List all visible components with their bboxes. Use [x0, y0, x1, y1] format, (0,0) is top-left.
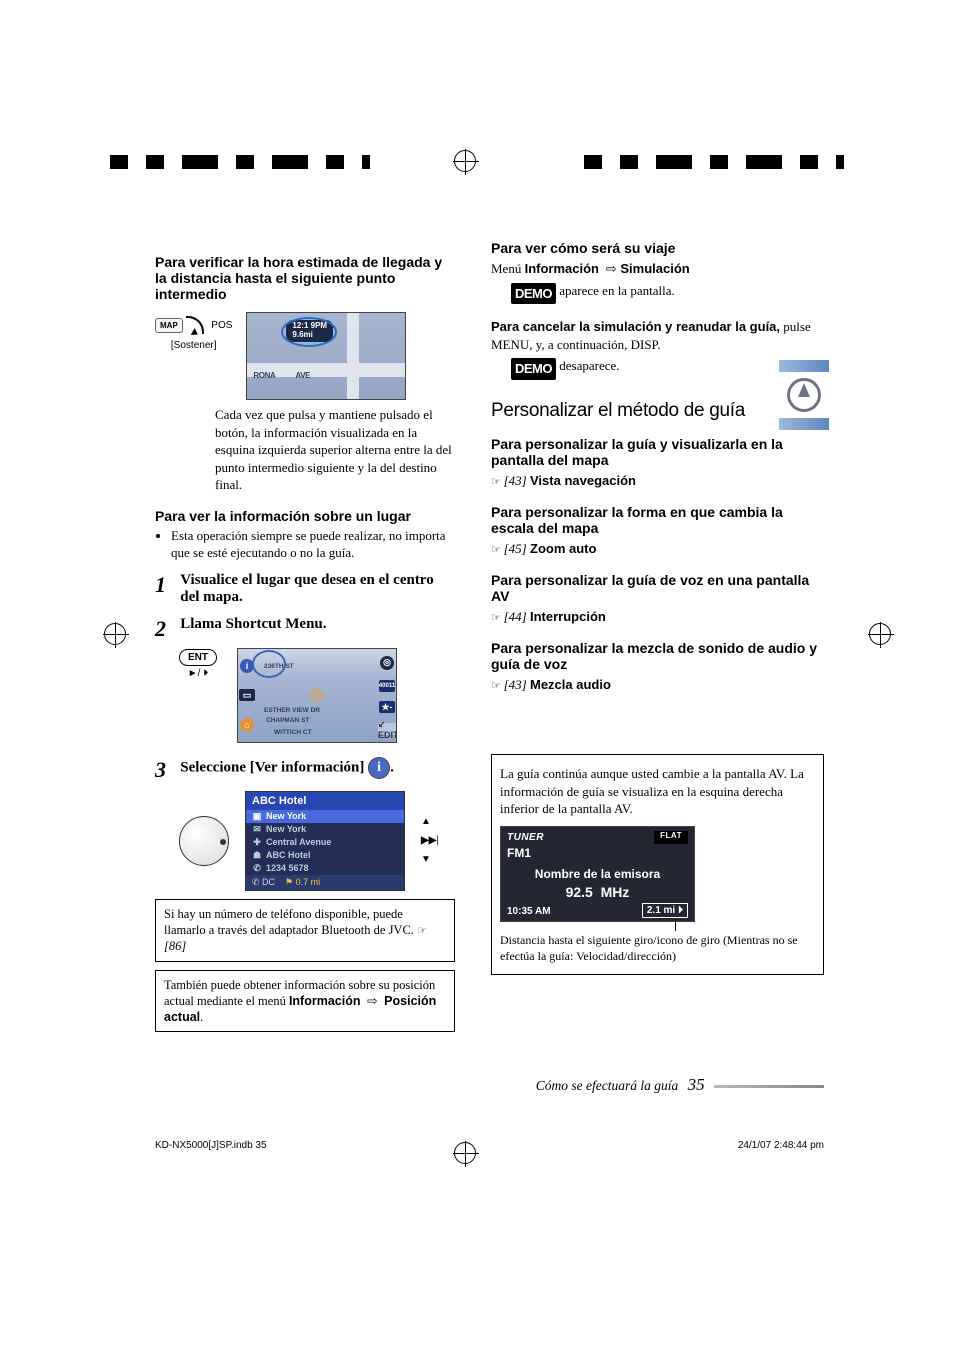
- av-guidance-note: La guía continúa aunque usted cambie a l…: [500, 765, 815, 818]
- tuner-clock: 10:35 AM: [507, 905, 551, 918]
- tuner-label: TUNER: [507, 831, 544, 844]
- tuner-frequency: 92.5 MHz: [507, 883, 688, 901]
- map-street-label: 236TH ST: [264, 663, 294, 670]
- distance-caption: Distancia hasta el siguiente giro/icono …: [500, 932, 815, 964]
- rotary-knob-icon[interactable]: [179, 816, 229, 866]
- scroll-up-icon[interactable]: ▲: [421, 816, 439, 827]
- place-info-notes: Esta operación siempre se puede realizar…: [155, 528, 455, 562]
- shortcut-menu-screenshot: i ▭ ⌂ ◎ 40011 ★- ↙ EDIT 236TH ST ESTHER …: [237, 648, 397, 743]
- map-button-hold: MAP POS [Sostener]: [155, 312, 232, 351]
- map-street-label: WITTICH CT: [274, 729, 312, 736]
- demo-icon: DEMO: [511, 358, 556, 380]
- callout-position: También puede obtener información sobre …: [155, 970, 455, 1033]
- place-info-note: Esta operación siempre se puede realizar…: [171, 528, 455, 562]
- list-item: ▣New York: [246, 810, 404, 823]
- ref-vista-nav: ☞ [43] Vista navegación: [491, 472, 824, 490]
- tuner-screenshot: TUNER FLAT FM1 Nombre de la emisora 92.5…: [500, 826, 695, 922]
- menu-path: Menú Información ⇨ Simulación: [491, 260, 824, 278]
- demo-appears: DEMO aparece en la pantalla.: [511, 282, 824, 305]
- source-file-label: KD-NX5000[J]SP.indb 35: [155, 1140, 267, 1151]
- badge-icon: 40011: [379, 680, 395, 692]
- map-street-label: RONA: [253, 371, 275, 380]
- info-list-screenshot: ABC Hotel ▣New York ✉New York ✚Central A…: [245, 791, 405, 891]
- edit-chip: ↙ EDIT: [378, 723, 397, 735]
- heading-custom-map: Para personalizar la guía y visualizarla…: [491, 436, 824, 468]
- registration-mark-icon: [104, 623, 126, 645]
- cancel-sim: Para cancelar la simulación y reanudar l…: [491, 318, 824, 353]
- list-item: ✉New York: [246, 823, 404, 836]
- list-title: ABC Hotel: [246, 792, 404, 810]
- play-next-icon: ►/ ⏵: [179, 668, 217, 679]
- map-street-label: ESTHER VIEW DR: [264, 707, 320, 714]
- section-customize-guidance: Personalizar el método de guía: [491, 400, 824, 422]
- highlight-circle-icon: [281, 317, 337, 347]
- hold-label: [Sostener]: [155, 340, 232, 351]
- pos-label: POS: [211, 320, 232, 331]
- compass-badge: [779, 360, 829, 436]
- home-icon: ⌂: [240, 718, 254, 732]
- ent-button[interactable]: ENT: [179, 649, 217, 666]
- ref-interrupcion: ☞ [44] Interrupción: [491, 608, 824, 626]
- footer-rule-icon: [714, 1085, 824, 1088]
- registration-mark-icon: [454, 150, 476, 172]
- next-turn-distance: 2.1 mi ⏵: [642, 903, 688, 918]
- scale-icon: ▭: [239, 689, 255, 701]
- list-item: ✆1234 5678: [246, 862, 404, 875]
- heading-preview-trip: Para ver cómo será su viaje: [491, 240, 824, 256]
- compass-icon: [787, 378, 821, 412]
- heading-place-info: Para ver la información sobre un lugar: [155, 508, 455, 524]
- callout-av-guidance: La guía continúa aunque usted cambie a l…: [491, 754, 824, 975]
- print-timestamp: 24/1/07 2:48:44 pm: [738, 1140, 824, 1151]
- list-item: ✚Central Avenue: [246, 836, 404, 849]
- scroll-down-icon[interactable]: ▼: [421, 854, 439, 865]
- map-button[interactable]: MAP: [155, 318, 183, 333]
- page-number: 35: [688, 1075, 705, 1094]
- callout-phone: Si hay un número de teléfono disponible,…: [155, 899, 455, 962]
- step-3-number: 3: [155, 757, 177, 783]
- info-icon: i: [368, 757, 390, 779]
- footer-section-title: Cómo se efectuará la guía: [536, 1078, 678, 1093]
- page-footer: Cómo se efectuará la guía 35: [155, 1075, 824, 1095]
- list-footer: ✆ DC ⚑ 0.7 mi: [246, 875, 404, 890]
- step-2-number: 2: [155, 616, 177, 642]
- heading-custom-mix: Para personalizar la mezcla de sonido de…: [491, 640, 824, 672]
- map-street-label: CHAPMAN ST: [266, 717, 309, 724]
- step-1-number: 1: [155, 572, 177, 598]
- step-3-text: Seleccione [Ver información] i.: [180, 757, 454, 779]
- step-2-text: Llama Shortcut Menu.: [180, 616, 454, 633]
- page-content: Para verificar la hora estimada de llega…: [155, 240, 824, 1040]
- right-column: Para ver cómo será su viaje Menú Informa…: [491, 240, 824, 1040]
- station-name: Nombre de la emisora: [507, 867, 688, 883]
- demo-disappears: DEMO desaparece.: [511, 357, 824, 380]
- heading-custom-voice-av: Para personalizar la guía de voz en una …: [491, 572, 824, 604]
- heading-custom-scale: Para personalizar la forma en que cambia…: [491, 504, 824, 536]
- map-street-label: AVE: [295, 371, 310, 380]
- map-eta-screenshot: 12:1 9PM 9.6mi RONA AVE: [246, 312, 406, 400]
- heading-verify-eta: Para verificar la hora estimada de llega…: [155, 254, 455, 302]
- registration-mark-icon: [869, 623, 891, 645]
- next-track-icon[interactable]: ▶▶|: [421, 835, 439, 846]
- eq-flat-badge: FLAT: [654, 831, 688, 844]
- map-cursor-icon: [311, 689, 323, 701]
- print-file-info: KD-NX5000[J]SP.indb 35 24/1/07 2:48:44 p…: [155, 1140, 824, 1151]
- eta-explanation: Cada vez que pulsa y mantiene pulsado el…: [215, 406, 455, 494]
- star-menu-icon: ★-: [379, 701, 395, 713]
- step-1-text: Visualice el lugar que desea en el centr…: [180, 572, 454, 606]
- hold-arrow-icon: [186, 312, 208, 338]
- ref-mezcla-audio: ☞ [43] Mezcla audio: [491, 676, 824, 694]
- demo-icon: DEMO: [511, 283, 556, 305]
- ref-zoom-auto: ☞ [45] Zoom auto: [491, 540, 824, 558]
- list-item: ☗ABC Hotel: [246, 849, 404, 862]
- target-icon: ◎: [380, 656, 394, 670]
- left-column: Para verificar la hora estimada de llega…: [155, 240, 455, 1040]
- tuner-band: FM1: [507, 846, 688, 862]
